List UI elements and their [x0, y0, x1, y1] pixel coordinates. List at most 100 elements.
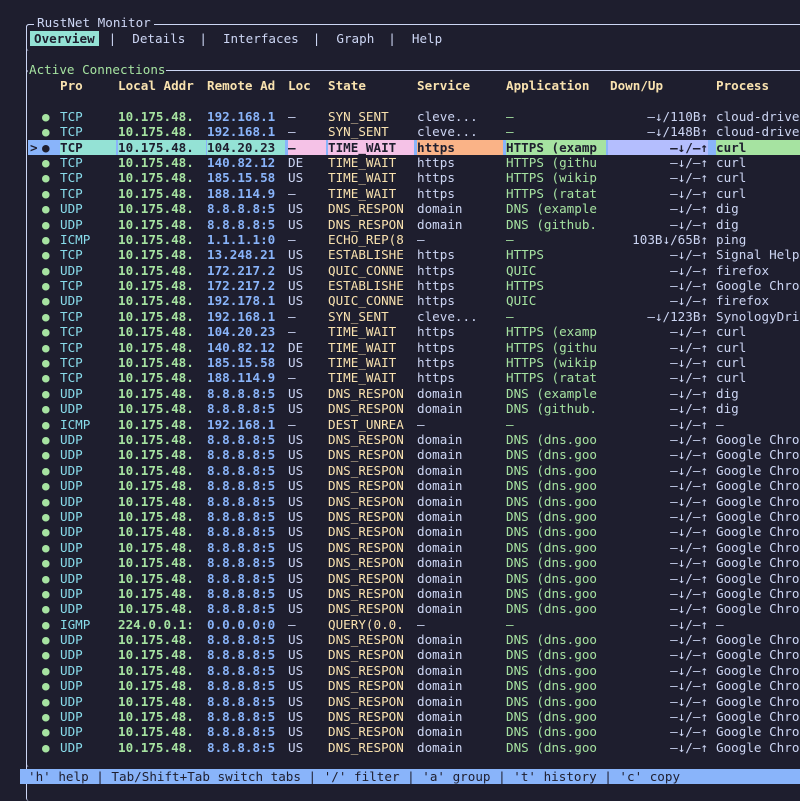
cell-process: Google Chro — [716, 693, 800, 709]
table-row[interactable]: ● UDP 10.175.48. 8.8.8.8:5 US DNS_RESPON domai… — [28, 555, 800, 570]
cell-service: – — [417, 231, 425, 247]
column-header-local-addr[interactable]: Local Addr — [118, 78, 206, 93]
table-row[interactable]: ● UDP 10.175.48. 172.217.2 US QUIC_CONNE https… — [28, 263, 800, 278]
cell-location: US — [288, 524, 304, 540]
table-row[interactable]: ● UDP 10.175.48. 8.8.8.8:5 US DNS_RESPON domai… — [28, 647, 800, 662]
column-header-remote-addr[interactable]: Remote Ad — [207, 78, 285, 93]
table-row[interactable]: ● TCP 10.175.48. 104.20.23– TIME_WAIT https HT… — [28, 324, 800, 339]
column-header-state[interactable]: State — [328, 78, 414, 93]
cell-protocol: UDP — [60, 601, 83, 617]
cell-local-addr: 10.175.48. — [118, 401, 194, 417]
table-row[interactable]: ● UDP 10.175.48. 8.8.8.8:5 US DNS_RESPON domai… — [28, 401, 800, 416]
cell-process: firefox — [716, 262, 770, 278]
cell-protocol: TCP — [60, 247, 83, 263]
cell-local-addr: 10.175.48. — [118, 262, 194, 278]
cell-local-addr: 10.175.48. — [118, 385, 194, 401]
cell-down-up: –↓/–↑ — [670, 278, 708, 294]
table-row[interactable]: ● TCP 10.175.48. 192.168.1– SYN_SENT cleve...… — [28, 309, 800, 324]
tab-help[interactable]: Help — [408, 31, 446, 46]
cell-protocol: UDP — [60, 262, 83, 278]
cell-remote-addr: 8.8.8.8:5 — [207, 647, 276, 663]
cell-process: Google Chro — [716, 555, 800, 571]
table-row[interactable]: ● TCP 10.175.48. 188.114.9– TIME_WAIT https HT… — [28, 370, 800, 385]
table-row[interactable]: ● UDP 10.175.48. 8.8.8.8:5 US DNS_RESPON domai… — [28, 678, 800, 693]
table-row[interactable]: ● TCP 10.175.48. 140.82.12 DE TIME_WAIT https H… — [28, 155, 800, 170]
column-header-application[interactable]: Application — [506, 78, 606, 93]
table-row[interactable]: ● UDP 10.175.48. 8.8.8.8:5 US DNS_RESPON domai… — [28, 740, 800, 755]
cell-down-up: –↓/–↑ — [670, 616, 708, 632]
table-row[interactable]: ● UDP 10.175.48. 8.8.8.8:5 US DNS_RESPON domai… — [28, 694, 800, 709]
table-row[interactable]: ● UDP 10.175.48. 8.8.8.8:5 US DNS_RESPON domai… — [28, 432, 800, 447]
table-row[interactable]: ● UDP 10.175.48. 8.8.8.8:5 US DNS_RESPON domai… — [28, 724, 800, 739]
tab-overview[interactable]: Overview — [30, 31, 99, 47]
table-row[interactable]: ● UDP 10.175.48. 8.8.8.8:5 US DNS_RESPON domai… — [28, 540, 800, 555]
column-header-down-up[interactable]: Down/Up — [610, 78, 710, 93]
table-row[interactable]: ● TCP 10.175.48. 185.15.58 US TIME_WAIT https H… — [28, 170, 800, 185]
tab-separator: | — [108, 31, 117, 46]
cell-protocol: TCP — [60, 308, 83, 324]
table-row[interactable]: ● UDP 10.175.48. 8.8.8.8:5 US DNS_RESPON domai… — [28, 386, 800, 401]
cell-application: HTTPS (githu — [506, 154, 597, 170]
table-row[interactable]: ● TCP 10.175.48. 188.114.9– TIME_WAIT https HT… — [28, 186, 800, 201]
table-row[interactable]: ● TCP 10.175.48. 13.248.21 US ESTABLISHE https… — [28, 247, 800, 262]
tab-graph[interactable]: Graph — [332, 31, 378, 46]
table-row[interactable]: ● TCP 10.175.48. 172.217.2 US ESTABLISHE https… — [28, 278, 800, 293]
table-row[interactable]: ● UDP 10.175.48. 8.8.8.8:5 US DNS_RESPON domai… — [28, 663, 800, 678]
cell-local-addr: 10.175.48. — [118, 108, 194, 124]
table-row[interactable]: ● UDP 10.175.48. 8.8.8.8:5 US DNS_RESPON domai… — [28, 586, 800, 601]
cell-application: DNS (dns.goo — [506, 601, 597, 617]
table-row[interactable]: ● ICMP 10.175.48. 1.1.1.1:0– ECHO_REP(8– –103… — [28, 232, 800, 247]
table-row[interactable]: ● UDP 10.175.48. 192.178.1 US QUIC_CONNE https… — [28, 293, 800, 308]
column-header-location[interactable]: Loc — [288, 78, 326, 93]
table-row[interactable]: ● IGMP 224.0.0.1: 0.0.0.0:0– QUERY(0.0. – – –↓/… — [28, 617, 800, 632]
cell-application: DNS (dns.goo — [506, 478, 597, 494]
table-row[interactable]: ● ICMP 10.175.48. 192.168.1– DEST_UNREA – – –↓/… — [28, 417, 800, 432]
cell-state: QUIC_CONNE — [328, 293, 404, 309]
cell-down-up: –↓/–↑ — [670, 508, 708, 524]
status-dot-icon: ● — [42, 431, 50, 447]
cell-remote-addr: 8.8.8.8:5 — [207, 678, 276, 694]
tab-interfaces[interactable]: Interfaces — [219, 31, 303, 46]
column-header-protocol[interactable]: Pro — [60, 78, 116, 93]
table-row[interactable]: > ● TCP 10.175.48. 104.20.23– TIME_WAIT https H… — [28, 139, 800, 155]
table-row[interactable]: ● UDP 10.175.48. 8.8.8.8:5 US DNS_RESPON domai… — [28, 709, 800, 724]
column-header-process[interactable]: Process — [716, 78, 800, 93]
table-row[interactable]: ● TCP 10.175.48. 185.15.58 US TIME_WAIT https H… — [28, 355, 800, 370]
table-row[interactable]: ● UDP 10.175.48. 8.8.8.8:5 US DNS_RESPON domai… — [28, 509, 800, 524]
cell-state: ECHO_REP(8 — [328, 231, 404, 247]
cell-process: SynologyDri — [716, 308, 800, 324]
cell-state: DNS_RESPON — [328, 693, 404, 709]
table-row[interactable]: ● UDP 10.175.48. 8.8.8.8:5 US DNS_RESPON domai… — [28, 494, 800, 509]
cell-local-addr: 10.175.48. — [118, 462, 194, 478]
table-row[interactable]: ● TCP 10.175.48. 192.168.1– SYN_SENT cleve...… — [28, 124, 800, 139]
status-dot-icon: ● — [42, 693, 50, 709]
cell-down-up: –↓/–↑ — [670, 739, 708, 755]
table-row[interactable]: ● UDP 10.175.48. 8.8.8.8:5 US DNS_RESPON domai… — [28, 447, 800, 462]
cell-remote-addr: 185.15.58 — [207, 355, 276, 371]
cell-state: ESTABLISHE — [328, 278, 404, 294]
table-row[interactable]: ● UDP 10.175.48. 8.8.8.8:5 US DNS_RESPON domai… — [28, 524, 800, 539]
tab-details[interactable]: Details — [128, 31, 189, 46]
cell-remote-addr: 8.8.8.8:5 — [207, 709, 276, 725]
table-row[interactable]: ● UDP 10.175.48. 8.8.8.8:5 US DNS_RESPON domai… — [28, 217, 800, 232]
cell-protocol: UDP — [60, 709, 83, 725]
table-row[interactable]: ● TCP 10.175.48. 140.82.12 DE TIME_WAIT https H… — [28, 340, 800, 355]
status-dot-icon: ● — [42, 401, 50, 417]
column-header-service[interactable]: Service — [417, 78, 503, 93]
table-row[interactable]: ● UDP 10.175.48. 8.8.8.8:5 US DNS_RESPON domai… — [28, 632, 800, 647]
cell-remote-addr: 8.8.8.8:5 — [207, 508, 276, 524]
cell-process: Google Chro — [716, 647, 800, 663]
cell-service: domain — [417, 709, 463, 725]
table-row[interactable]: ● UDP 10.175.48. 8.8.8.8:5 US DNS_RESPON domai… — [28, 463, 800, 478]
table-row[interactable]: ● UDP 10.175.48. 8.8.8.8:5 US DNS_RESPON domai… — [28, 478, 800, 493]
cell-process: dig — [716, 385, 739, 401]
table-row[interactable]: ● UDP 10.175.48. 8.8.8.8:5 US DNS_RESPON domai… — [28, 571, 800, 586]
cell-remote-addr: 8.8.8.8:5 — [207, 601, 276, 617]
table-row[interactable]: ● UDP 10.175.48. 8.8.8.8:5 US DNS_RESPON domai… — [28, 601, 800, 616]
cell-application: HTTPS — [506, 278, 544, 294]
status-dot-icon: ● — [42, 585, 50, 601]
table-row[interactable]: ● UDP 10.175.48. 8.8.8.8:5 US DNS_RESPON domai… — [28, 201, 800, 216]
cell-location: US — [288, 693, 304, 709]
cell-service: domain — [417, 585, 463, 601]
table-row[interactable]: ● TCP 10.175.48. 192.168.1– SYN_SENT cleve...… — [28, 109, 800, 124]
